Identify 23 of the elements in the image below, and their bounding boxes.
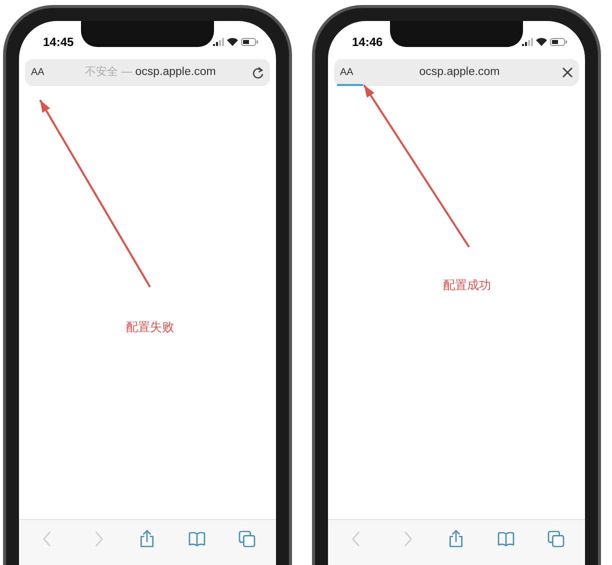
tabs-icon[interactable] xyxy=(237,529,258,549)
status-time: 14:45 xyxy=(43,34,74,51)
wifi-icon xyxy=(536,38,547,46)
security-note: 不安全 — xyxy=(85,64,132,80)
address-bar[interactable]: AA ocsp.apple.com xyxy=(334,59,579,86)
annotation-label: 配置成功 xyxy=(443,277,491,294)
close-icon[interactable] xyxy=(562,67,573,78)
book-icon[interactable] xyxy=(187,529,208,549)
battery-icon xyxy=(550,38,567,46)
url-text: ocsp.apple.com xyxy=(135,64,216,80)
tabs-icon[interactable] xyxy=(546,529,566,549)
annotation-label: 配置失败 xyxy=(126,319,174,336)
text-size-button[interactable]: AA xyxy=(340,65,366,80)
reload-icon[interactable] xyxy=(252,66,264,79)
book-icon[interactable] xyxy=(496,529,516,549)
battery-icon xyxy=(241,38,258,46)
address-bar[interactable]: AA 不安全 — ocsp.apple.com xyxy=(25,59,270,86)
text-size-button[interactable]: AA xyxy=(31,65,57,80)
signal-icon xyxy=(522,38,533,46)
status-time: 14:46 xyxy=(352,34,383,51)
url-text: ocsp.apple.com xyxy=(419,64,500,80)
signal-icon xyxy=(213,38,224,46)
wifi-icon xyxy=(227,38,238,46)
